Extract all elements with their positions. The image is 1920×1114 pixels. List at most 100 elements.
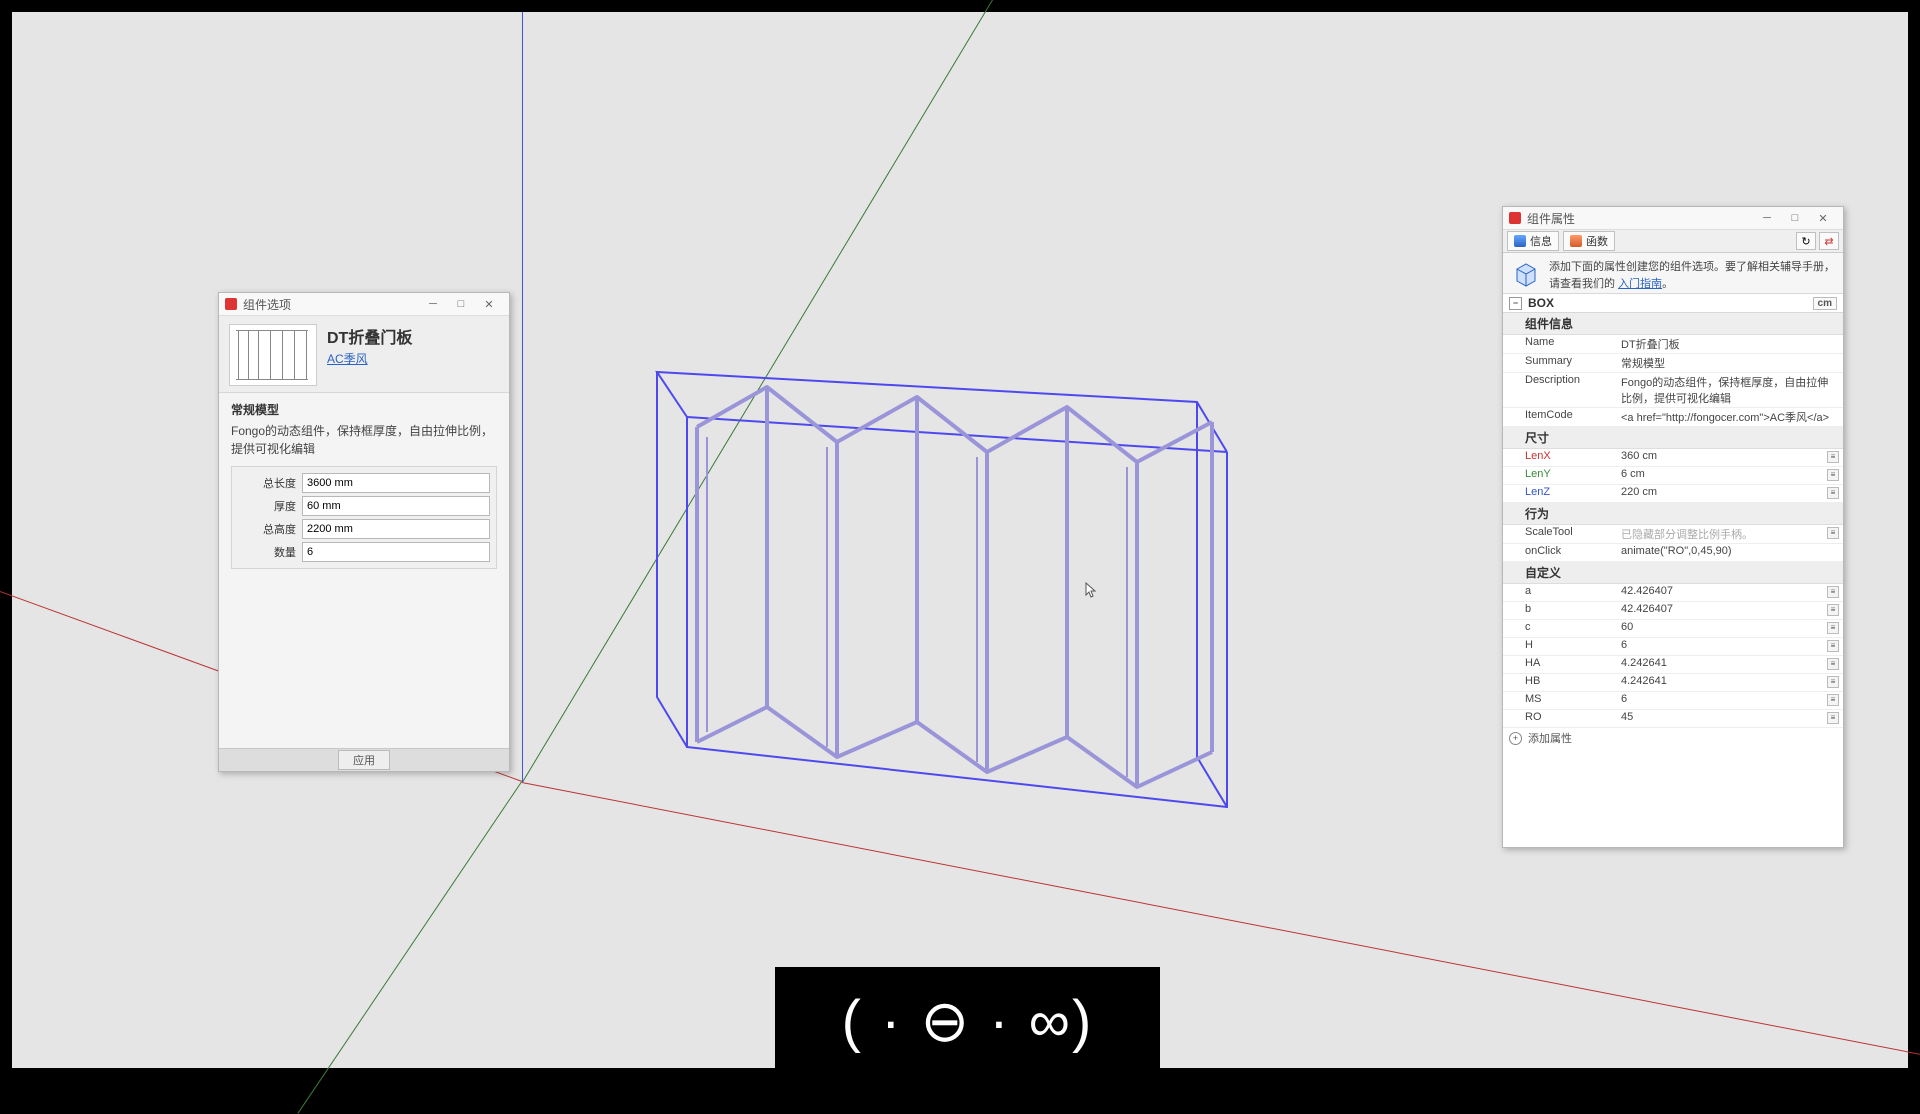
attr-row: ItemCode<a href="http://fongocer.com">AC… [1503,408,1843,427]
attr-value[interactable]: 42.426407 [1617,602,1827,616]
section-custom: 自定义 [1503,562,1843,584]
attr-row: ScaleTool已隐藏部分调整比例手柄。≡ [1503,525,1843,544]
attr-value[interactable]: 220 cm [1617,485,1827,499]
attr-row: b42.426407≡ [1503,602,1843,620]
input-total-length[interactable] [302,473,490,493]
watermark: ( · ⊖ · ∞) [775,967,1160,1075]
function-icon [1570,235,1582,247]
tab-func-label: 函数 [1586,233,1608,249]
attr-row: LenZ220 cm≡ [1503,485,1843,503]
group-header[interactable]: − BOX cm [1503,293,1843,313]
attributes-grid[interactable]: − BOX cm 组件信息 NameDT折叠门板 Summary常规模型 Des… [1503,293,1843,847]
attr-row: MS6≡ [1503,692,1843,710]
toggle-button[interactable]: ⇄ [1819,232,1839,250]
minimize-button[interactable]: ─ [419,295,447,313]
info-icon [1514,235,1526,247]
plus-icon: + [1509,732,1522,745]
fx-icon[interactable]: ≡ [1827,451,1839,463]
input-thickness[interactable] [302,496,490,516]
banner-tail: 。 [1662,278,1673,290]
component-attributes-title: 组件属性 [1527,210,1575,227]
attr-row: LenX360 cm≡ [1503,449,1843,467]
fx-icon[interactable]: ≡ [1827,469,1839,481]
field-label-length: 总长度 [238,475,296,491]
field-label-height: 总高度 [238,521,296,537]
input-count[interactable] [302,542,490,562]
minimize-button[interactable]: ─ [1753,209,1781,227]
attr-value[interactable]: 42.426407 [1617,584,1827,598]
apply-button[interactable]: 应用 [338,750,390,770]
add-attribute-row[interactable]: + 添加属性 [1503,728,1843,748]
component-attributes-titlebar[interactable]: 组件属性 ─ □ ✕ [1503,207,1843,230]
component-header: DT折叠门板 AC季风 [219,316,509,393]
field-label-count: 数量 [238,544,296,560]
attr-row: c60≡ [1503,620,1843,638]
section-size: 尺寸 [1503,427,1843,449]
attr-row: H6≡ [1503,638,1843,656]
component-options-titlebar[interactable]: 组件选项 ─ □ ✕ [219,293,509,316]
attr-row: RO45≡ [1503,710,1843,728]
attr-value[interactable]: 60 [1617,620,1827,634]
attr-value[interactable]: 已隐藏部分调整比例手柄。 [1617,525,1827,543]
banner-link[interactable]: 入门指南 [1618,278,1662,290]
refresh-button[interactable]: ↻ [1796,232,1816,250]
close-button[interactable]: ✕ [475,295,503,313]
banner-text: 添加下面的属性创建您的组件选项。要了解相关辅导手册，请查看我们的 [1549,261,1835,290]
component-options-panel[interactable]: 组件选项 ─ □ ✕ DT折叠门板 AC季风 常规模型 Fongo的动态组件，保… [218,292,510,772]
fx-icon[interactable]: ≡ [1827,640,1839,652]
axis-y-neg [297,781,522,1113]
fx-icon[interactable]: ≡ [1827,658,1839,670]
component-options-title: 组件选项 [243,296,291,313]
attr-row: DescriptionFongo的动态组件，保持框厚度，自由拉伸比例，提供可视化… [1503,373,1843,408]
tab-functions[interactable]: 函数 [1563,231,1615,251]
maximize-button[interactable]: □ [447,295,475,313]
attr-value[interactable]: 4.242641 [1617,656,1827,670]
fx-icon[interactable]: ≡ [1827,712,1839,724]
attr-value[interactable]: 6 cm [1617,467,1827,481]
collapse-icon[interactable]: − [1509,297,1522,310]
unit-selector[interactable]: cm [1813,297,1837,310]
apply-bar: 应用 [219,748,509,771]
input-total-height[interactable] [302,519,490,539]
field-label-thickness: 厚度 [238,498,296,514]
sketchup-icon [225,298,237,310]
attr-row: LenY6 cm≡ [1503,467,1843,485]
component-thumbnail [229,324,317,386]
attr-value[interactable]: 6 [1617,638,1827,652]
attr-value[interactable]: 常规模型 [1617,354,1843,372]
fx-icon[interactable]: ≡ [1827,487,1839,499]
add-attribute-label: 添加属性 [1528,730,1572,746]
author-link[interactable]: AC季风 [327,352,368,366]
tab-info[interactable]: 信息 [1507,231,1559,251]
sketchup-icon [1509,212,1521,224]
fx-icon[interactable]: ≡ [1827,586,1839,598]
attr-value[interactable]: 4.242641 [1617,674,1827,688]
close-button[interactable]: ✕ [1809,209,1837,227]
attr-value[interactable]: 6 [1617,692,1827,706]
fx-icon[interactable]: ≡ [1827,604,1839,616]
tab-info-label: 信息 [1530,233,1552,249]
component-attributes-panel[interactable]: 组件属性 ─ □ ✕ 信息 函数 ↻ ⇄ 添加下面的属性创建您的组件选项。要了解… [1502,206,1844,848]
maximize-button[interactable]: □ [1781,209,1809,227]
fx-icon[interactable]: ≡ [1827,676,1839,688]
group-name: BOX [1528,296,1554,310]
component-name: DT折叠门板 [327,324,412,348]
attr-value[interactable]: 45 [1617,710,1827,724]
attributes-toolbar: 信息 函数 ↻ ⇄ [1503,230,1843,253]
attr-row: onClickanimate("RO",0,45,90) [1503,544,1843,562]
section-description: Fongo的动态组件，保持框厚度，自由拉伸比例，提供可视化编辑 [231,422,497,458]
attr-row: a42.426407≡ [1503,584,1843,602]
fx-icon[interactable]: ≡ [1827,527,1839,539]
attr-value[interactable]: Fongo的动态组件，保持框厚度，自由拉伸比例，提供可视化编辑 [1617,373,1843,407]
cursor-pointer [1084,582,1100,598]
component-cube-icon [1511,259,1541,289]
fx-icon[interactable]: ≡ [1827,622,1839,634]
fx-icon[interactable]: ≡ [1827,694,1839,706]
attr-row: NameDT折叠门板 [1503,335,1843,354]
attr-value[interactable]: <a href="http://fongocer.com">AC季风</a> [1617,408,1843,426]
attr-value[interactable]: animate("RO",0,45,90) [1617,544,1843,558]
attr-value[interactable]: 360 cm [1617,449,1827,463]
attr-value[interactable]: DT折叠门板 [1617,335,1843,353]
axis-z [522,12,523,782]
attr-row: HB4.242641≡ [1503,674,1843,692]
